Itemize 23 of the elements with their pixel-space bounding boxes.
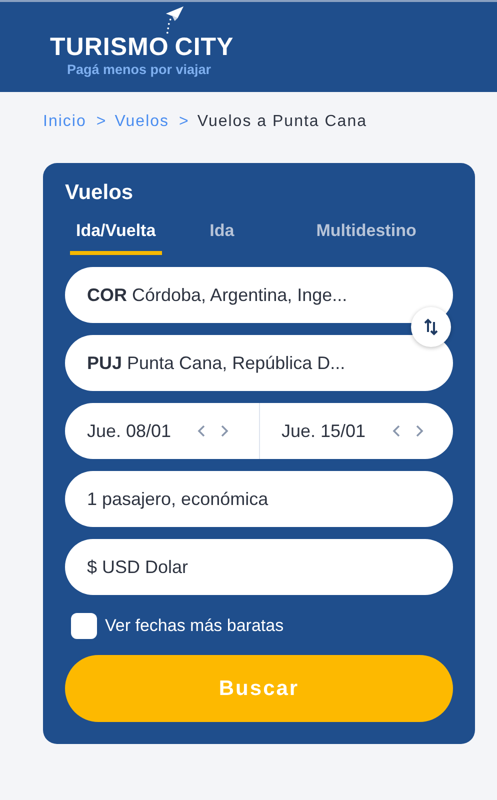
swap-arrows-icon <box>423 318 439 336</box>
date-field[interactable]: Jue. 08/01 <box>87 420 172 442</box>
checkbox[interactable] <box>71 613 97 639</box>
breadcrumb-separator: > <box>179 113 190 131</box>
trip-type-tab[interactable]: Multidestino <box>310 217 422 255</box>
checkbox-label: Ver fechas más baratas <box>105 616 284 636</box>
origin-field[interactable]: COR Córdoba, Argentina, Inge... <box>65 267 453 323</box>
trip-type-tab[interactable]: Ida/Vuelta <box>70 217 162 255</box>
breadcrumb-separator: > <box>96 113 107 131</box>
next-date-icon[interactable] <box>219 424 230 438</box>
card-title: Vuelos <box>65 181 134 205</box>
passengers-field[interactable]: 1 pasajero, económica <box>65 471 453 527</box>
currency-field[interactable]: $ USD Dolar <box>65 539 453 595</box>
previous-date-icon[interactable] <box>197 424 208 438</box>
trip-type-tab[interactable]: Ida <box>204 217 240 255</box>
breadcrumb-current: Vuelos a Punta Cana <box>197 113 367 131</box>
destination-field[interactable]: PUJ Punta Cana, República D... <box>65 335 453 391</box>
tagline: Pagá menos por viajar <box>67 62 212 76</box>
next-date-icon[interactable] <box>414 424 424 438</box>
logo-text[interactable]: CITY <box>174 34 234 60</box>
date-field[interactable]: Jue. 15/01 <box>282 420 366 442</box>
logo-text[interactable]: TURISMO <box>50 34 169 60</box>
previous-date-icon[interactable] <box>392 424 402 438</box>
